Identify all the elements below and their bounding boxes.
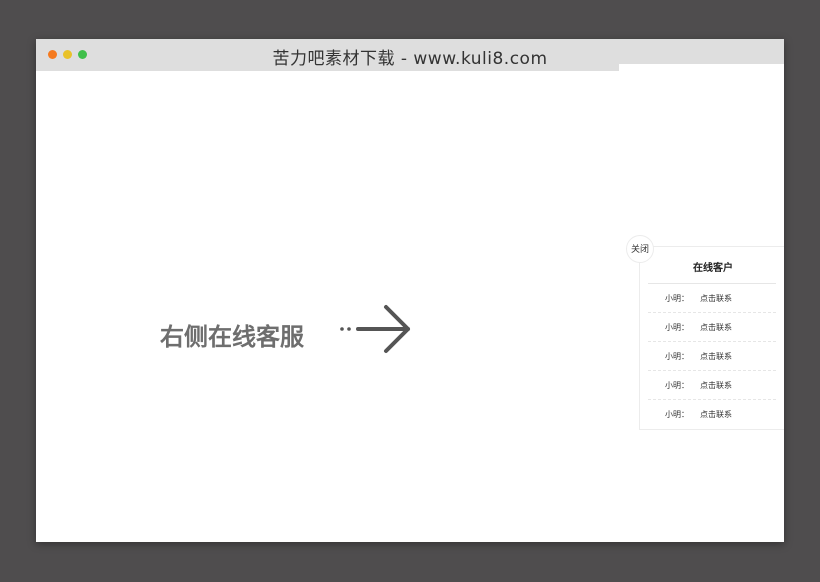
title-bar: 苦力吧素材下载 - www.kuli8.com bbox=[36, 39, 784, 71]
titlebar-notch bbox=[619, 64, 784, 71]
agent-name: 小明： bbox=[665, 410, 689, 419]
online-service-panel: 在线客户 小明： 点击联系 小明： 点击联系 小明： 点击联系 小明： 点击联系 小明：… bbox=[639, 246, 784, 430]
contact-link[interactable]: 点击联系 bbox=[700, 371, 732, 400]
list-item: 小明： 点击联系 bbox=[648, 341, 776, 370]
panel-close-button[interactable]: 关闭 bbox=[626, 235, 654, 263]
list-item: 小明： 点击联系 bbox=[648, 312, 776, 341]
browser-window: 苦力吧素材下载 - www.kuli8.com 右侧在线客服 在线客户 小明： 点… bbox=[36, 39, 784, 542]
list-item: 小明： 点击联系 bbox=[648, 399, 776, 428]
hero-heading: 右侧在线客服 bbox=[160, 323, 304, 351]
agent-name: 小明： bbox=[665, 323, 689, 332]
agent-name: 小明： bbox=[665, 352, 689, 361]
list-item: 小明： 点击联系 bbox=[648, 370, 776, 399]
contact-link[interactable]: 点击联系 bbox=[700, 400, 732, 429]
contact-link[interactable]: 点击联系 bbox=[700, 313, 732, 342]
list-item: 小明： 点击联系 bbox=[648, 283, 776, 312]
panel-title: 在线客户 bbox=[693, 263, 733, 274]
agent-name: 小明： bbox=[665, 381, 689, 390]
arrow-right-icon bbox=[340, 305, 410, 353]
contact-link[interactable]: 点击联系 bbox=[700, 342, 732, 371]
contact-link[interactable]: 点击联系 bbox=[700, 284, 732, 313]
agent-name: 小明： bbox=[665, 294, 689, 303]
service-list: 小明： 点击联系 小明： 点击联系 小明： 点击联系 小明： 点击联系 小明： 点击联系 bbox=[648, 283, 776, 428]
